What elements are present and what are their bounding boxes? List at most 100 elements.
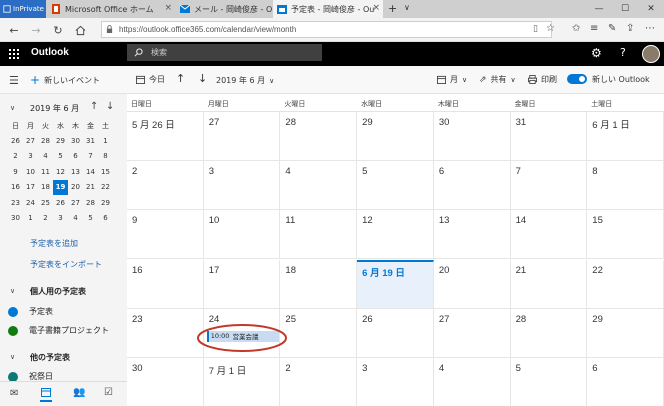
day-cell[interactable]: 27 <box>203 112 281 162</box>
mini-day[interactable]: 27 <box>23 133 38 149</box>
new-tab-icon[interactable]: + <box>388 2 397 15</box>
tab-calendar[interactable]: 予定表 - 岡崎俊彦 - Outl × <box>273 0 383 18</box>
personal-calendars-group[interactable]: 個人用の予定表 <box>30 286 86 297</box>
mini-day[interactable]: 17 <box>23 180 38 196</box>
day-cell[interactable]: 25 <box>280 308 358 358</box>
mini-day[interactable]: 6 <box>98 211 113 227</box>
mini-day[interactable]: 5 <box>53 149 68 165</box>
search-input[interactable]: 検索 <box>127 44 322 61</box>
settings-gear-icon[interactable]: ⚙ <box>591 46 602 60</box>
tab-mail[interactable]: メール - 岡崎俊彦 - Outlook <box>176 0 272 18</box>
day-cell[interactable]: 15 <box>587 210 664 260</box>
mini-day[interactable]: 4 <box>38 149 53 165</box>
people-module-icon[interactable]: 👥 <box>73 387 85 398</box>
day-cell[interactable]: 27 <box>433 308 511 358</box>
mini-day[interactable]: 24 <box>23 195 38 211</box>
mini-day[interactable]: 28 <box>38 133 53 149</box>
hamburger-menu-icon[interactable]: ☰ <box>9 74 19 87</box>
mini-day[interactable]: 30 <box>68 133 83 149</box>
favorites-icon[interactable]: ✩ <box>572 23 580 34</box>
other-calendars-group[interactable]: 他の予定表 <box>30 352 70 363</box>
mini-day[interactable]: 18 <box>38 180 53 196</box>
mini-day[interactable]: 7 <box>83 149 98 165</box>
home-icon[interactable] <box>72 22 88 38</box>
mini-day[interactable]: 8 <box>98 149 113 165</box>
day-cell[interactable]: 2 <box>280 357 358 406</box>
day-cell[interactable]: 5 <box>510 357 588 406</box>
day-cell[interactable]: 14 <box>510 210 588 260</box>
calendar-item[interactable]: 電子書籍プロジェクト <box>8 325 109 336</box>
mini-day[interactable]: 5 <box>83 211 98 227</box>
refresh-icon[interactable]: ↻ <box>50 22 66 38</box>
mini-day[interactable]: 23 <box>8 195 23 211</box>
mini-day[interactable]: 2 <box>8 149 23 165</box>
pen-icon[interactable]: ✎ <box>608 23 616 34</box>
collapse-chevron-icon[interactable]: ∨ <box>10 353 15 361</box>
favorite-star-icon[interactable]: ☆ <box>546 23 555 34</box>
day-cell[interactable]: 5 <box>357 161 434 211</box>
day-cell[interactable]: 30 <box>433 112 511 162</box>
day-cell[interactable]: 6 月 1 日 <box>587 112 664 162</box>
day-cell[interactable]: 10 <box>203 210 281 260</box>
mini-day[interactable]: 2 <box>38 211 53 227</box>
mini-day[interactable]: 29 <box>53 133 68 149</box>
collapse-chevron-icon[interactable]: ∨ <box>10 104 15 112</box>
day-cell[interactable]: 6 <box>433 161 511 211</box>
url-field[interactable]: https://outlook.office365.com/calendar/v… <box>101 21 552 38</box>
day-cell[interactable]: 30 <box>127 357 204 406</box>
mini-day[interactable]: 3 <box>23 149 38 165</box>
day-cell[interactable]: 13 <box>433 210 511 260</box>
mini-day[interactable]: 21 <box>83 180 98 196</box>
share-button[interactable]: ⇗ 共有 ∨ <box>479 74 516 85</box>
mini-day[interactable]: 3 <box>53 211 68 227</box>
check-circle-icon[interactable] <box>8 306 18 317</box>
mini-day[interactable]: 26 <box>8 133 23 149</box>
view-selector[interactable]: 月 ∨ <box>437 74 467 85</box>
mini-day[interactable]: 9 <box>8 164 23 180</box>
check-circle-icon[interactable] <box>8 372 18 381</box>
mini-day[interactable]: 12 <box>53 164 68 180</box>
day-cell[interactable]: 28 <box>510 308 588 358</box>
day-cell[interactable]: 28 <box>280 112 358 162</box>
new-outlook-toggle[interactable] <box>567 74 587 84</box>
day-cell[interactable]: 7 <box>510 161 588 211</box>
mini-day[interactable]: 4 <box>68 211 83 227</box>
new-event-button[interactable]: + 新しいイベント <box>30 73 100 87</box>
calendar-item[interactable]: 予定表 <box>8 306 53 317</box>
day-cell[interactable]: 2 <box>127 161 204 211</box>
close-window-icon[interactable]: ✕ <box>638 0 664 18</box>
mini-next-icon[interactable]: ↓ <box>106 101 114 112</box>
day-cell[interactable]: 4 <box>433 357 511 406</box>
tab-office-home[interactable]: Microsoft Office ホーム × <box>47 0 175 18</box>
day-cell[interactable]: 7 月 1 日 <box>203 357 281 406</box>
day-cell-today[interactable]: 6 月 19 日 <box>357 259 434 309</box>
day-cell[interactable]: 29 <box>587 308 664 358</box>
reading-view-icon[interactable]: ▯ <box>533 24 538 34</box>
previous-month-icon[interactable]: ↑ <box>176 72 185 85</box>
day-cell[interactable]: 18 <box>280 259 358 309</box>
mini-day[interactable]: 29 <box>98 195 113 211</box>
import-calendar-link[interactable]: 予定表をインポート <box>30 259 102 270</box>
day-cell[interactable]: 6 <box>587 357 664 406</box>
back-icon[interactable]: ← <box>6 22 22 38</box>
mini-day[interactable]: 11 <box>38 164 53 180</box>
day-cell[interactable]: 23 <box>127 308 204 358</box>
tasks-module-icon[interactable]: ☑ <box>104 387 113 398</box>
month-picker[interactable]: 2019 年 6 月 ∨ <box>216 75 274 86</box>
print-button[interactable]: 印刷 <box>528 74 557 85</box>
day-cell[interactable]: 4 <box>280 161 358 211</box>
mini-day[interactable]: 25 <box>38 195 53 211</box>
mini-day[interactable]: 26 <box>53 195 68 211</box>
next-month-icon[interactable]: ↓ <box>198 72 207 85</box>
day-cell[interactable]: 11 <box>280 210 358 260</box>
tab-list-chevron-icon[interactable]: ∨ <box>404 3 410 12</box>
mini-prev-icon[interactable]: ↑ <box>90 101 98 112</box>
day-cell[interactable]: 17 <box>203 259 281 309</box>
mini-day[interactable]: 30 <box>8 211 23 227</box>
mini-day[interactable]: 15 <box>98 164 113 180</box>
mini-day[interactable]: 10 <box>23 164 38 180</box>
mini-day[interactable]: 22 <box>98 180 113 196</box>
today-button[interactable]: 今日 <box>136 74 165 85</box>
day-cell[interactable]: 26 <box>357 308 434 358</box>
mini-day[interactable]: 6 <box>68 149 83 165</box>
